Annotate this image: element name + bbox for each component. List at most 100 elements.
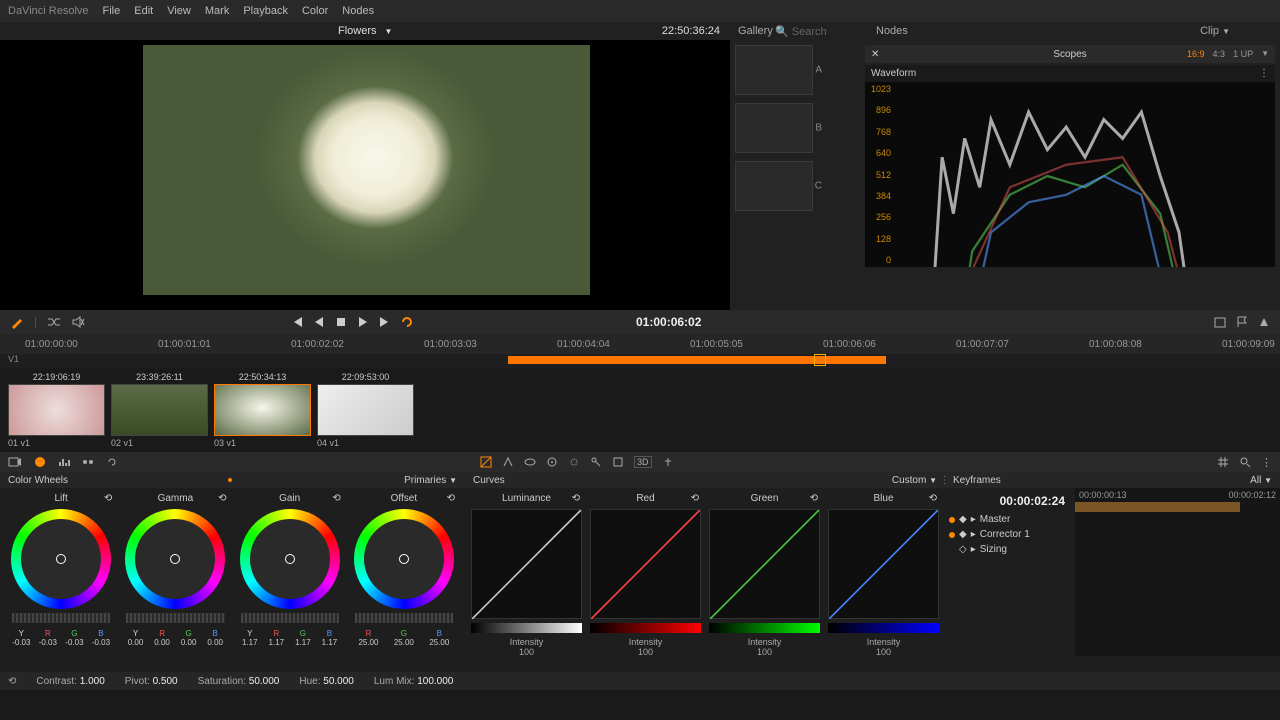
curve-editor[interactable] bbox=[590, 509, 701, 619]
menu-color[interactable]: Color bbox=[302, 5, 328, 17]
loop-icon[interactable] bbox=[400, 315, 414, 329]
play-reverse-icon[interactable] bbox=[312, 315, 326, 329]
window-icon[interactable] bbox=[524, 456, 536, 468]
clip-thumb[interactable]: 22:50:34:1303 v1 bbox=[214, 372, 311, 448]
curves-mode-dropdown[interactable]: Custom ▼ bbox=[892, 475, 937, 486]
reset-icon[interactable]: ⟲ bbox=[929, 493, 937, 504]
more-icon[interactable]: ⋮ bbox=[1259, 68, 1269, 79]
shuffle-icon[interactable] bbox=[47, 315, 61, 329]
kf-sizing[interactable]: ◇▸Sizing bbox=[949, 542, 1071, 557]
tracker-icon[interactable] bbox=[546, 456, 558, 468]
timeline-ruler[interactable]: 01:00:00:0001:00:01:0101:00:02:0201:00:0… bbox=[0, 334, 1280, 354]
grid-icon[interactable] bbox=[1217, 456, 1229, 468]
more-icon[interactable]: ⋮ bbox=[1261, 456, 1272, 469]
key-icon[interactable] bbox=[590, 456, 602, 468]
gallery-still-b[interactable]: B bbox=[735, 103, 813, 153]
refresh-icon[interactable] bbox=[106, 456, 118, 468]
reset-icon[interactable]: ⟲ bbox=[691, 493, 699, 504]
reset-icon[interactable]: ⟲ bbox=[810, 493, 818, 504]
curve-editor[interactable] bbox=[471, 509, 582, 619]
clip-thumb[interactable]: 22:19:06:1901 v1 bbox=[8, 372, 105, 448]
stereo-icon[interactable] bbox=[662, 456, 674, 468]
clip-thumb[interactable]: 23:39:26:1102 v1 bbox=[111, 372, 208, 448]
menu-mark[interactable]: Mark bbox=[205, 5, 229, 17]
reset-icon[interactable]: ⟲ bbox=[104, 493, 112, 504]
close-icon[interactable]: ✕ bbox=[871, 49, 879, 60]
scope-mode[interactable]: Waveform⋮ bbox=[865, 65, 1275, 82]
viewer[interactable] bbox=[0, 40, 730, 310]
reset-icon[interactable]: ⟲ bbox=[572, 493, 580, 504]
nodes-icon[interactable] bbox=[82, 456, 94, 468]
lummix-param[interactable]: Lum Mix: 100.000 bbox=[374, 676, 454, 687]
color-wheel[interactable] bbox=[354, 509, 454, 609]
clip-thumb[interactable]: 22:09:53:0004 v1 bbox=[317, 372, 414, 448]
color-wheel[interactable] bbox=[11, 509, 111, 609]
marker-icon[interactable] bbox=[1258, 316, 1270, 328]
search-icon[interactable] bbox=[1239, 456, 1251, 468]
stop-icon[interactable] bbox=[334, 315, 348, 329]
gallery-still-c[interactable]: C bbox=[735, 161, 813, 211]
curve-editor[interactable] bbox=[828, 509, 939, 619]
contrast-param[interactable]: Contrast: 1.000 bbox=[36, 676, 104, 687]
play-icon[interactable] bbox=[356, 315, 370, 329]
mute-icon[interactable] bbox=[71, 315, 85, 329]
calendar-icon[interactable] bbox=[1214, 316, 1226, 328]
project-dropdown[interactable]: Flowers▼ bbox=[338, 25, 392, 37]
curve-gradient[interactable] bbox=[590, 623, 701, 633]
menu-nodes[interactable]: Nodes bbox=[342, 5, 374, 17]
color-wheel[interactable] bbox=[125, 509, 225, 609]
kf-corrector[interactable]: ◆▸Corrector 1 bbox=[949, 527, 1071, 542]
qualifier-icon[interactable] bbox=[502, 456, 514, 468]
intensity-value[interactable]: 100 bbox=[469, 647, 584, 657]
clip-dropdown[interactable]: Clip ▼ bbox=[1200, 25, 1230, 37]
wheel-slider[interactable] bbox=[12, 613, 110, 623]
reset-icon[interactable]: ⟲ bbox=[447, 493, 455, 504]
timeline-clip[interactable] bbox=[508, 356, 886, 364]
flag-icon[interactable] bbox=[1236, 316, 1248, 328]
wheel-slider[interactable] bbox=[126, 613, 224, 623]
curves-icon[interactable] bbox=[480, 456, 492, 468]
keyframe-bar[interactable] bbox=[1075, 502, 1240, 512]
color-wheel[interactable] bbox=[240, 509, 340, 609]
next-clip-icon[interactable] bbox=[378, 315, 392, 329]
transport-timecode[interactable]: 01:00:06:02 bbox=[636, 315, 701, 329]
hue-param[interactable]: Hue: 50.000 bbox=[299, 676, 354, 687]
curve-gradient[interactable] bbox=[709, 623, 820, 633]
reset-icon[interactable]: ⟲ bbox=[218, 493, 226, 504]
wheel-slider[interactable] bbox=[355, 613, 453, 623]
intensity-value[interactable]: 100 bbox=[707, 647, 822, 657]
playhead[interactable] bbox=[814, 354, 826, 366]
bars-icon[interactable] bbox=[58, 456, 70, 468]
menu-file[interactable]: File bbox=[103, 5, 121, 17]
colorwheel-icon[interactable] bbox=[34, 456, 46, 468]
sizing-icon[interactable] bbox=[612, 456, 624, 468]
kf-master[interactable]: ◆▸Master bbox=[949, 512, 1071, 527]
3d-button[interactable]: 3D bbox=[634, 456, 652, 468]
gallery-still-a[interactable]: A bbox=[735, 45, 813, 95]
scope-layout[interactable]: 1 UP bbox=[1233, 49, 1253, 59]
chevron-down-icon[interactable]: ▼ bbox=[1261, 49, 1269, 59]
picker-icon[interactable] bbox=[10, 315, 24, 329]
primaries-dropdown[interactable]: Primaries ▼ bbox=[404, 475, 457, 486]
saturation-param[interactable]: Saturation: 50.000 bbox=[198, 676, 280, 687]
timeline-track[interactable]: V1 bbox=[0, 354, 1280, 368]
menu-view[interactable]: View bbox=[167, 5, 191, 17]
reset-all-icon[interactable]: ⟲ bbox=[8, 676, 16, 687]
camera-icon[interactable] bbox=[8, 456, 22, 468]
keyframes-mode-dropdown[interactable]: All ▼ bbox=[1250, 475, 1272, 486]
keyframe-timeline[interactable]: 00:00:00:13 00:00:02:12 bbox=[1075, 488, 1280, 656]
pivot-param[interactable]: Pivot: 0.500 bbox=[125, 676, 178, 687]
intensity-value[interactable]: 100 bbox=[588, 647, 703, 657]
intensity-value[interactable]: 100 bbox=[826, 647, 941, 657]
aspect-169[interactable]: 16:9 bbox=[1187, 49, 1205, 59]
menu-edit[interactable]: Edit bbox=[134, 5, 153, 17]
wheel-slider[interactable] bbox=[241, 613, 339, 623]
aspect-43[interactable]: 4:3 bbox=[1213, 49, 1226, 59]
menu-playback[interactable]: Playback bbox=[243, 5, 288, 17]
prev-clip-icon[interactable] bbox=[290, 315, 304, 329]
curve-gradient[interactable] bbox=[471, 623, 582, 633]
reset-icon[interactable]: ⟲ bbox=[332, 493, 340, 504]
search-input[interactable]: 🔍 Search bbox=[775, 25, 827, 38]
curve-editor[interactable] bbox=[709, 509, 820, 619]
curve-gradient[interactable] bbox=[828, 623, 939, 633]
